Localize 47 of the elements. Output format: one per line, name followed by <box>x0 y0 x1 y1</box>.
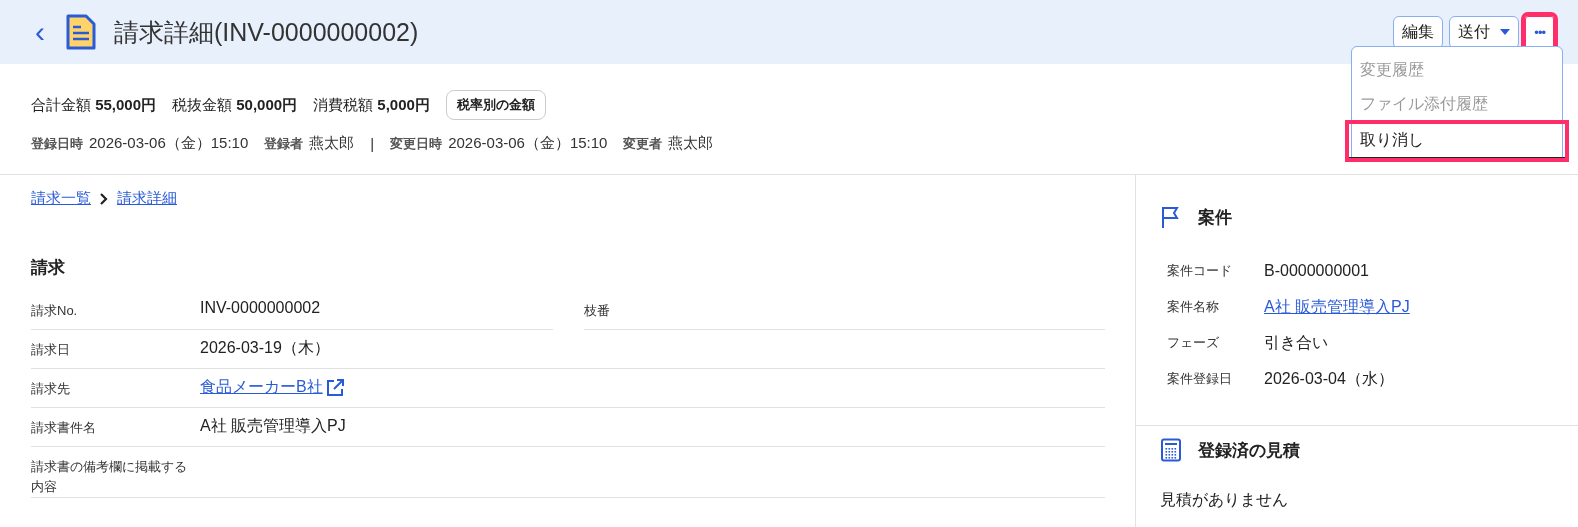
separator: | <box>370 135 375 152</box>
breadcrumb-link[interactable]: 請求詳細 <box>117 189 177 208</box>
field-value: 2026-03-19（木） <box>200 338 330 358</box>
caret-icon <box>1500 29 1511 35</box>
field-value: A社 販売管理導入PJ <box>200 416 346 436</box>
meta-value: 2026-03-06（金）15:10 <box>448 134 608 151</box>
edit-button[interactable]: 編集 <box>1393 15 1444 49</box>
empty-message: 見積がありません <box>1160 490 1289 510</box>
send-button[interactable]: 送付 <box>1449 15 1520 49</box>
external-link-icon <box>324 377 345 398</box>
breadcrumb-link[interactable]: 請求一覧 <box>31 189 91 208</box>
client-link[interactable]: 食品メーカーB社 <box>200 377 323 398</box>
meta-label: 変更者 <box>623 136 663 151</box>
meta-label: 登録者 <box>264 136 304 151</box>
document-icon <box>66 14 96 50</box>
field-label: 請求書の備考欄に掲載する内容 <box>31 458 188 496</box>
section-heading: 案件 <box>1198 206 1232 229</box>
project-link[interactable]: A社 販売管理導入PJ <box>1264 297 1410 315</box>
meta-value: 2026-03-06（金）15:10 <box>89 134 249 151</box>
back-button[interactable]: ‹ <box>30 22 50 42</box>
field-value: 引き合い <box>1264 333 1328 351</box>
meta-label: 変更日時 <box>390 136 443 151</box>
menu-item[interactable]: 取り消し <box>1348 123 1566 159</box>
amount-text: 税抜金額 50,000円 <box>172 95 298 115</box>
amount-text: 合計金額 55,000円 <box>31 95 157 115</box>
field-value: B-0000000001 <box>1264 262 1369 279</box>
section-heading: 請求 <box>31 257 66 279</box>
calculator-icon <box>1160 438 1182 462</box>
field-label: 枝番 <box>583 302 611 320</box>
field-value: INV-0000000002 <box>200 299 321 317</box>
field-label: フェーズ <box>1166 334 1220 352</box>
field-label: 案件名称 <box>1166 298 1220 316</box>
amount-text: 消費税額 5,000円 <box>313 95 430 115</box>
section-heading: 登録済の見積 <box>1198 439 1300 462</box>
meta-value: 燕太郎 <box>309 134 355 151</box>
chevron-icon <box>99 192 109 205</box>
field-label: 請求書件名 <box>31 419 97 437</box>
page-title: 請求詳細(INV-0000000002) <box>114 16 420 48</box>
field-label: 請求No. <box>31 302 79 320</box>
field-label: 請求先 <box>31 380 71 398</box>
meta-value: 燕太郎 <box>668 134 714 151</box>
field-value: 2026-03-04（水） <box>1264 369 1394 387</box>
field-label: 請求日 <box>31 341 71 359</box>
field-label: 案件コード <box>1166 262 1233 280</box>
meta-label: 登録日時 <box>31 136 83 151</box>
tax-breakdown-button[interactable]: 税率別の金額 <box>445 90 546 120</box>
field-label: 案件登録日 <box>1166 370 1233 388</box>
